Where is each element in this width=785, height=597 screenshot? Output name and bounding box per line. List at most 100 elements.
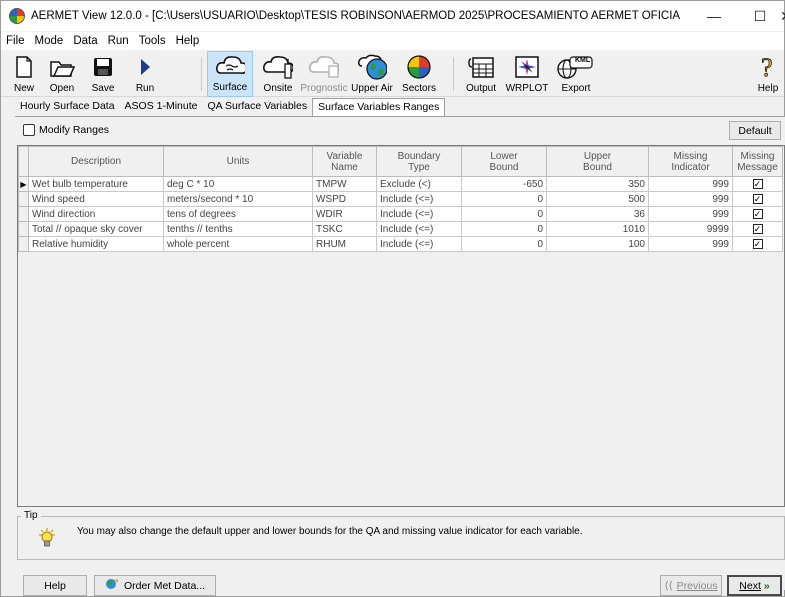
cell-units[interactable]: whole percent xyxy=(163,236,313,252)
cell-description[interactable]: Wet bulb temperature xyxy=(28,176,164,192)
help-toolbar-button[interactable]: ? Help xyxy=(753,51,783,97)
cell-missing-message[interactable]: ✓ xyxy=(732,206,783,222)
header-upper-bound[interactable]: Upper Bound xyxy=(546,146,649,177)
cell-variable[interactable]: WDIR xyxy=(312,206,377,222)
cell-missing-message[interactable]: ✓ xyxy=(732,176,783,192)
cell-upper-bound[interactable]: 350 xyxy=(546,176,649,192)
chevrons-right-icon: » xyxy=(763,579,770,592)
header-lower-bound[interactable]: Lower Bound xyxy=(461,146,547,177)
menu-file[interactable]: File xyxy=(1,35,30,47)
header-variable-name[interactable]: Variable Name xyxy=(312,146,377,177)
cell-missing-indicator[interactable]: 999 xyxy=(648,191,733,207)
menu-tools[interactable]: Tools xyxy=(134,35,171,47)
help-button[interactable]: Help xyxy=(23,575,87,596)
cell-boundary[interactable]: Exclude (<) xyxy=(376,176,462,192)
cell-lower-bound[interactable]: 0 xyxy=(461,191,547,207)
cell-upper-bound[interactable]: 100 xyxy=(546,236,649,252)
cell-units[interactable]: tens of degrees xyxy=(163,206,313,222)
export-button[interactable]: KML Export xyxy=(553,51,599,97)
cell-missing-message[interactable]: ✓ xyxy=(732,191,783,207)
cell-description[interactable]: Wind direction xyxy=(28,206,164,222)
sectors-button[interactable]: Sectors xyxy=(396,51,442,97)
tab-hourly-surface-data[interactable]: Hourly Surface Data xyxy=(15,98,120,116)
menu-bar: File Mode Data Run Tools Help xyxy=(1,32,784,50)
cell-boundary[interactable]: Include (<=) xyxy=(376,191,462,207)
header-units[interactable]: Units xyxy=(163,146,313,177)
header-missing-indicator[interactable]: Missing Indicator xyxy=(648,146,733,177)
cell-boundary[interactable]: Include (<=) xyxy=(376,206,462,222)
menu-run[interactable]: Run xyxy=(103,35,134,47)
cell-units[interactable]: deg C * 10 xyxy=(163,176,313,192)
aermet-app-icon xyxy=(9,8,25,24)
cell-lower-bound[interactable]: 0 xyxy=(461,206,547,222)
onsite-button[interactable]: Onsite xyxy=(257,51,299,97)
next-button[interactable]: Next » xyxy=(727,575,782,596)
cell-missing-indicator[interactable]: 9999 xyxy=(648,221,733,237)
new-button[interactable]: New xyxy=(7,51,41,97)
table-row[interactable]: ▶ Wet bulb temperature deg C * 10 TMPW E… xyxy=(18,176,783,192)
surface-button[interactable]: Surface xyxy=(207,51,253,97)
tab-qa-surface-variables[interactable]: QA Surface Variables xyxy=(203,98,313,116)
order-globe-icon xyxy=(105,578,119,593)
cell-variable[interactable]: TSKC xyxy=(312,221,377,237)
cell-lower-bound[interactable]: 0 xyxy=(461,221,547,237)
open-button[interactable]: Open xyxy=(43,51,81,97)
cell-missing-indicator[interactable]: 999 xyxy=(648,176,733,192)
toolbar-separator xyxy=(201,57,202,91)
previous-button[interactable]: ⟨⟨ Previous xyxy=(660,575,722,596)
cell-missing-indicator[interactable]: 999 xyxy=(648,206,733,222)
run-button[interactable]: Run xyxy=(126,51,164,97)
cell-description[interactable]: Total // opaque sky cover xyxy=(28,221,164,237)
table-row[interactable]: Total // opaque sky cover tenths // tent… xyxy=(18,221,783,237)
cell-units[interactable]: meters/second * 10 xyxy=(163,191,313,207)
cell-missing-message[interactable]: ✓ xyxy=(732,236,783,252)
header-missing-message[interactable]: Missing Message xyxy=(732,146,783,177)
wrplot-button[interactable]: WRPLOT xyxy=(506,51,548,97)
checked-checkbox-icon[interactable]: ✓ xyxy=(752,193,763,204)
header-boundary-type[interactable]: Boundary Type xyxy=(376,146,462,177)
menu-data[interactable]: Data xyxy=(68,35,102,47)
cell-missing-message[interactable]: ✓ xyxy=(732,221,783,237)
tab-asos-1-minute[interactable]: ASOS 1-Minute xyxy=(120,98,203,116)
maximize-button[interactable]: ☐ xyxy=(737,1,783,31)
cell-description[interactable]: Wind speed xyxy=(28,191,164,207)
prognostic-button[interactable]: Prognostic xyxy=(300,51,348,97)
checked-checkbox-icon[interactable]: ✓ xyxy=(752,208,763,219)
menu-help[interactable]: Help xyxy=(171,35,205,47)
cell-units[interactable]: tenths // tenths xyxy=(163,221,313,237)
cell-variable[interactable]: TMPW xyxy=(312,176,377,192)
cell-lower-bound[interactable]: -650 xyxy=(461,176,547,192)
cell-lower-bound[interactable]: 0 xyxy=(461,236,547,252)
cell-description[interactable]: Relative humidity xyxy=(28,236,164,252)
table-row[interactable]: Relative humidity whole percent RHUM Inc… xyxy=(18,236,783,252)
checked-checkbox-icon[interactable]: ✓ xyxy=(752,178,763,189)
default-button[interactable]: Default xyxy=(729,121,781,140)
cell-variable[interactable]: WSPD xyxy=(312,191,377,207)
prognostic-cloud-icon xyxy=(309,53,339,81)
save-button[interactable]: Save xyxy=(85,51,121,97)
menu-mode[interactable]: Mode xyxy=(30,35,69,47)
current-row-indicator-icon: ▶ xyxy=(18,176,29,192)
checked-checkbox-icon[interactable]: ✓ xyxy=(752,238,763,249)
upper-air-button[interactable]: Upper Air xyxy=(349,51,395,97)
modify-ranges-checkbox[interactable]: Modify Ranges xyxy=(23,124,109,136)
row-selector xyxy=(18,236,29,252)
cell-missing-indicator[interactable]: 999 xyxy=(648,236,733,252)
table-row[interactable]: Wind speed meters/second * 10 WSPD Inclu… xyxy=(18,191,783,207)
close-button[interactable]: ✕ xyxy=(780,1,785,31)
cell-upper-bound[interactable]: 500 xyxy=(546,191,649,207)
cell-boundary[interactable]: Include (<=) xyxy=(376,236,462,252)
tab-surface-variables-ranges[interactable]: Surface Variables Ranges xyxy=(312,98,446,116)
surface-cloud-icon xyxy=(215,52,245,80)
checked-checkbox-icon[interactable]: ✓ xyxy=(752,223,763,234)
order-met-data-button[interactable]: Order Met Data... xyxy=(94,575,216,596)
header-description[interactable]: Description xyxy=(28,146,164,177)
cell-upper-bound[interactable]: 1010 xyxy=(546,221,649,237)
minimize-button[interactable]: — xyxy=(691,1,737,31)
cell-boundary[interactable]: Include (<=) xyxy=(376,221,462,237)
output-button[interactable]: Output xyxy=(461,51,501,97)
cell-upper-bound[interactable]: 36 xyxy=(546,206,649,222)
cell-variable[interactable]: RHUM xyxy=(312,236,377,252)
checkbox-box[interactable] xyxy=(23,124,35,136)
table-row[interactable]: Wind direction tens of degrees WDIR Incl… xyxy=(18,206,783,222)
